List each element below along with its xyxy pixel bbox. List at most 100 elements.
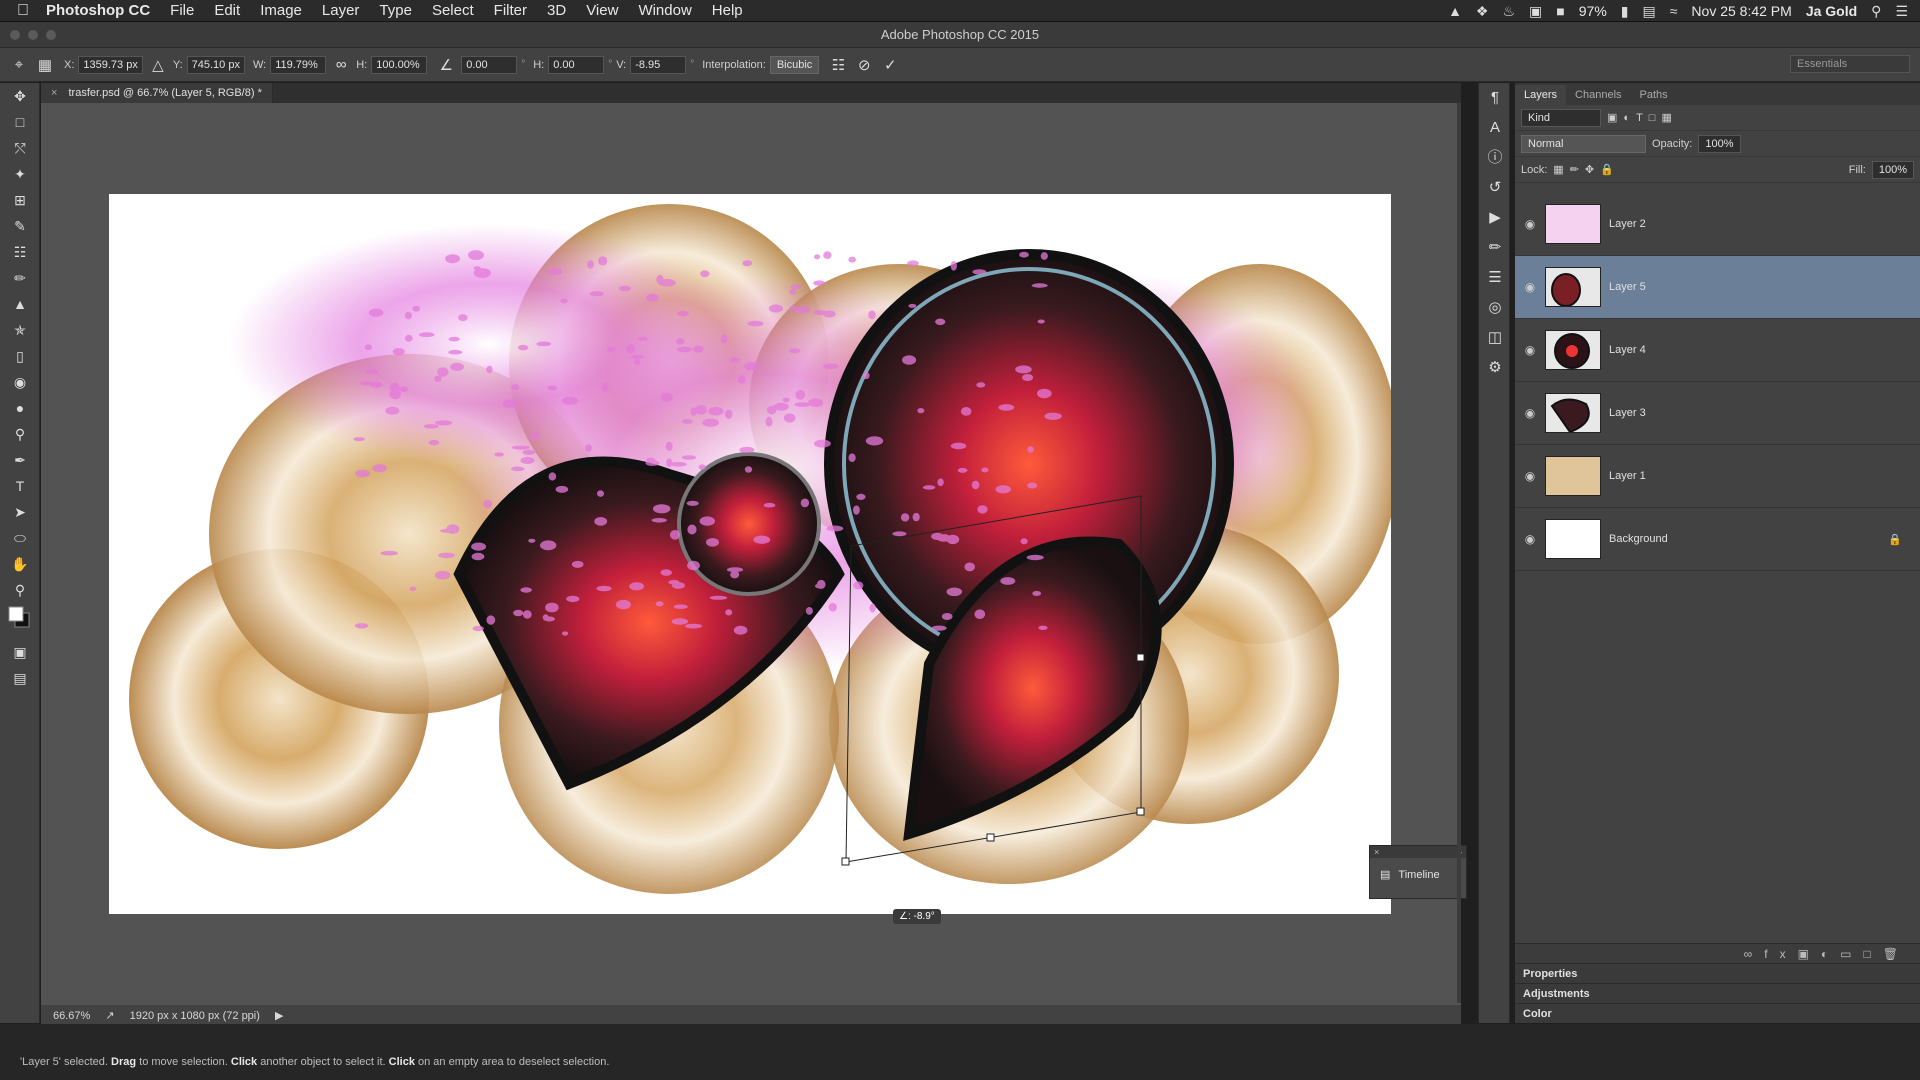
timeline-panel[interactable]: × » ▤ Timeline (1369, 845, 1467, 899)
opacity-field[interactable]: 100% (1698, 134, 1741, 153)
menu-view[interactable]: View (586, 2, 618, 19)
wifi-icon[interactable]: ≈ (1670, 3, 1678, 19)
status-menu-arrow-icon[interactable]: ▶ (275, 1010, 283, 1022)
menu-help[interactable]: Help (712, 2, 743, 19)
search-icon[interactable]: ⚲ (1871, 3, 1881, 20)
history-icon[interactable]: ↺ (1479, 173, 1511, 203)
magic-wand-tool-icon[interactable]: ✦ (0, 161, 40, 187)
interpolation-select[interactable]: Bicubic (769, 55, 820, 74)
pen-tool-icon[interactable]: ✒ (0, 447, 40, 473)
paint-bucket-tool-icon[interactable]: ◉ (0, 369, 40, 395)
user-name[interactable]: Ja Gold (1806, 3, 1857, 19)
stamp-tool-icon[interactable]: ▲ (0, 291, 40, 317)
app-menu[interactable]: Photoshop CC (46, 2, 150, 19)
history-brush-tool-icon[interactable]: ✯ (0, 317, 40, 343)
cancel-transform-icon[interactable]: ⊘ (853, 56, 875, 74)
display-icon[interactable]: ▤ (1643, 3, 1656, 20)
new-layer-icon[interactable]: □ (1864, 947, 1883, 961)
marquee-tool-icon[interactable]: □ (0, 109, 40, 135)
info-icon[interactable]: ⓘ (1479, 143, 1511, 173)
share-icon[interactable]: ↗ (105, 1010, 114, 1022)
lasso-tool-icon[interactable]: ⤲ (0, 135, 40, 161)
link-icon[interactable]: ∞ (330, 56, 352, 73)
healing-tool-icon[interactable]: ☷ (0, 239, 40, 265)
color-panel-header[interactable]: Color (1515, 1003, 1920, 1023)
adjustments-gear-icon[interactable]: ⚙ (1479, 353, 1511, 383)
filter-type-icon[interactable]: T (1636, 112, 1643, 124)
menu-filter[interactable]: Filter (494, 2, 527, 19)
visibility-eye-icon[interactable]: ◉ (1515, 280, 1545, 294)
link-layers-icon[interactable]: ∞ (1744, 947, 1765, 961)
warp-icon[interactable]: ☷ (827, 56, 849, 74)
ellipse-tool-icon[interactable]: ⬭ (0, 525, 40, 551)
hand-tool-icon[interactable]: ✋ (0, 551, 40, 577)
visibility-eye-icon[interactable]: ◉ (1515, 532, 1545, 546)
airplay-icon[interactable]: ▣ (1529, 3, 1542, 20)
layer-row[interactable]: ◉ Background 🔒 (1515, 508, 1920, 571)
actions-icon[interactable]: ▶ (1479, 203, 1511, 233)
zoom-level[interactable]: 66.67% (53, 1010, 90, 1022)
tool-presets-icon[interactable]: ☰ (1479, 263, 1511, 293)
rotate-field[interactable]: 0.00 (461, 55, 518, 74)
layer-comps-icon[interactable]: ◫ (1479, 323, 1511, 353)
tab-layers[interactable]: Layers (1515, 85, 1567, 105)
menu-select[interactable]: Select (432, 2, 474, 19)
vertical-scrollbar[interactable] (1457, 103, 1461, 1003)
close-icon[interactable]: × (1374, 846, 1379, 858)
menu-layer[interactable]: Layer (322, 2, 360, 19)
hskew-field[interactable]: 0.00 (548, 55, 605, 74)
type-tool-icon[interactable]: T (0, 473, 40, 499)
new-group-icon[interactable]: ▭ (1840, 947, 1863, 961)
fx-icon[interactable]: fx (1764, 947, 1797, 961)
vskew-field[interactable]: -8.95 (630, 55, 687, 74)
relative-position-icon[interactable]: △ (147, 56, 169, 74)
zoom-tool-icon[interactable]: ⚲ (0, 577, 40, 603)
menu-type[interactable]: Type (379, 2, 412, 19)
zoom-window-button[interactable] (46, 30, 56, 40)
brush-presets-icon[interactable]: ✏ (1479, 233, 1511, 263)
properties-panel-header[interactable]: Properties (1515, 963, 1920, 983)
adjustment-layer-icon[interactable]: ◐ (1821, 947, 1840, 961)
close-window-button[interactable] (10, 30, 20, 40)
layer-row[interactable]: ◉ Layer 3 (1515, 382, 1920, 445)
adjustments-panel-header[interactable]: Adjustments (1515, 983, 1920, 1003)
document-tab[interactable]: × trasfer.psd @ 66.7% (Layer 5, RGB/8) * (41, 83, 273, 103)
layer-row[interactable]: ◉ Layer 5 (1515, 256, 1920, 319)
blur-tool-icon[interactable]: ● (0, 395, 40, 421)
menu-window[interactable]: Window (638, 2, 691, 19)
character-icon[interactable]: A (1479, 113, 1511, 143)
lock-all-icon[interactable]: 🔒 (1600, 163, 1614, 176)
visibility-eye-icon[interactable]: ◉ (1515, 343, 1545, 357)
layer-row[interactable]: ◉ Layer 1 (1515, 445, 1920, 508)
box-icon[interactable]: ■ (1556, 3, 1564, 19)
visibility-eye-icon[interactable]: ◉ (1515, 217, 1545, 231)
lock-transparent-icon[interactable]: ▦ (1553, 163, 1563, 176)
reference-point-icon[interactable]: ▦ (34, 56, 56, 74)
eyedropper-tool-icon[interactable]: ✎ (0, 213, 40, 239)
trash-icon[interactable]: 🗑 (1883, 947, 1910, 961)
add-mask-icon[interactable]: ▣ (1798, 947, 1821, 961)
tab-channels[interactable]: Channels (1566, 85, 1630, 105)
transform-tool-icon[interactable]: ⌖ (8, 56, 30, 73)
width-field[interactable]: 119.79% (270, 55, 327, 74)
paragraph-icon[interactable]: ¶ (1479, 83, 1511, 113)
layer-row[interactable]: ◉ Layer 4 (1515, 319, 1920, 382)
kind-filter-select[interactable]: Kind (1521, 108, 1601, 127)
filter-smart-icon[interactable]: ▦ (1661, 111, 1671, 124)
crop-tool-icon[interactable]: ⊞ (0, 187, 40, 213)
y-field[interactable]: 745.10 px (186, 55, 245, 74)
menu-edit[interactable]: Edit (214, 2, 240, 19)
menu-3d[interactable]: 3D (547, 2, 566, 19)
filter-shape-icon[interactable]: □ (1649, 112, 1656, 124)
battery-icon[interactable]: ▮ (1621, 3, 1629, 20)
layer-row[interactable]: ◉ Layer 2 (1515, 193, 1920, 256)
lock-position-icon[interactable]: ✥ (1585, 163, 1594, 176)
apple-icon[interactable]:  (0, 2, 46, 20)
dodge-tool-icon[interactable]: ⚲ (0, 421, 40, 447)
brush-tool-icon[interactable]: ✏ (0, 265, 40, 291)
height-field[interactable]: 100.00% (371, 55, 428, 74)
screen-mode-icon[interactable]: ▤ (0, 665, 40, 691)
move-tool-icon[interactable]: ✥ (0, 83, 40, 109)
flame-icon[interactable]: ♨ (1502, 3, 1515, 20)
close-tab-icon[interactable]: × (51, 87, 57, 99)
